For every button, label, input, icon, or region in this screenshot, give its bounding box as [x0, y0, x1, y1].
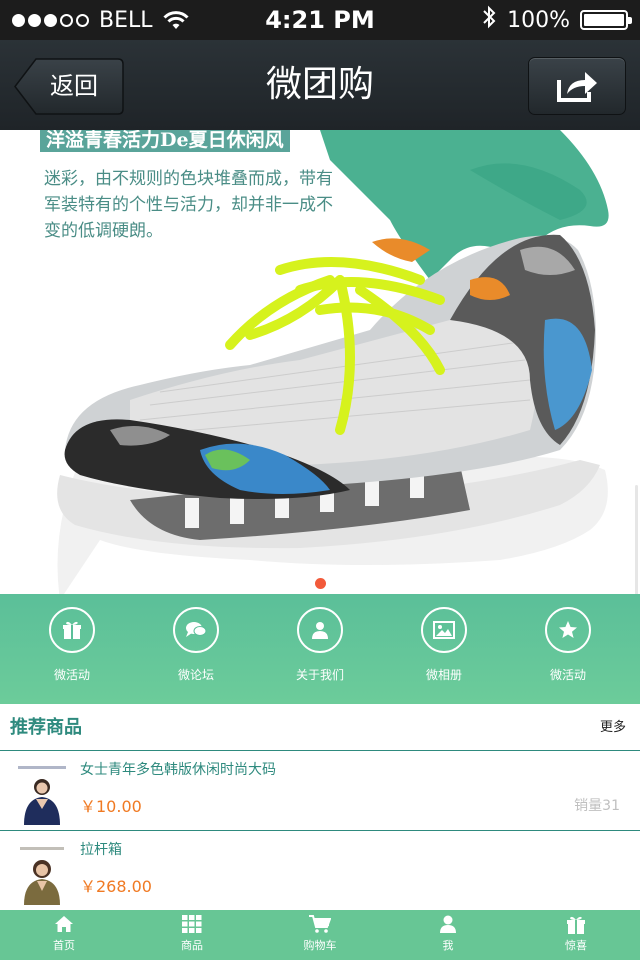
product-name: 女士青年多色韩版休闲时尚大码 — [80, 762, 276, 778]
product-name: 拉杆箱 — [80, 842, 122, 858]
menu-item-label: 微论坛 — [177, 668, 214, 682]
recommend-header: 推荐商品 更多 — [0, 705, 640, 751]
status-right: 100% — [481, 0, 632, 40]
scrollbar[interactable] — [635, 485, 638, 594]
banner-heading: 洋溢青春活力De夏日休闲风 — [40, 130, 290, 152]
tab-label: 购物车 — [303, 939, 337, 952]
product-price: ￥268.00 — [80, 877, 152, 896]
menu-item-label: 微相册 — [425, 668, 462, 682]
home-icon — [0, 915, 128, 935]
menu-item-label: 微活动 — [53, 668, 90, 682]
more-link[interactable]: 更多 — [600, 705, 626, 751]
tab-home[interactable]: 首页 — [0, 910, 128, 960]
bottom-tab-bar: 首页 商品 购物车 我 惊喜 — [0, 910, 640, 960]
banner-slider[interactable]: 洋溢青春活力De夏日休闲风 迷彩，由不规则的色块堆叠而成，带有军装特有的个性与活… — [0, 130, 640, 594]
picture-icon — [421, 607, 467, 653]
user-icon — [297, 607, 343, 653]
tab-label: 首页 — [53, 939, 75, 952]
product-price: ￥10.00 — [80, 797, 142, 816]
star-icon — [545, 607, 591, 653]
tab-products[interactable]: 商品 — [128, 910, 256, 960]
battery-icon — [580, 10, 632, 30]
menu-item-label: 微活动 — [549, 668, 586, 682]
menu-item-album[interactable]: 微相册 — [394, 594, 494, 704]
menu-item-activity[interactable]: 微活动 — [22, 594, 122, 704]
menu-item-about[interactable]: 关于我们 — [270, 594, 370, 704]
menu-item-label: 关于我们 — [295, 668, 344, 682]
cart-icon — [256, 915, 384, 935]
product-thumbnail — [10, 839, 74, 905]
share-icon — [557, 72, 597, 102]
tab-label: 我 — [442, 939, 454, 952]
product-item[interactable]: 女士青年多色韩版休闲时尚大码 ￥10.00 销量31 — [0, 751, 640, 831]
product-sales: 销量31 — [574, 798, 620, 814]
gift-icon — [49, 607, 95, 653]
grid-icon — [128, 915, 256, 935]
banner-text: 迷彩，由不规则的色块堆叠而成，带有军装特有的个性与活力，却并非一成不变的低调硬朗… — [44, 169, 333, 241]
share-button[interactable] — [528, 57, 626, 115]
tab-surprise[interactable]: 惊喜 — [512, 910, 640, 960]
battery-percent: 100% — [507, 7, 570, 33]
user-icon — [384, 915, 512, 935]
tab-label: 惊喜 — [565, 939, 587, 952]
status-bar: BELL 4:21 PM 100% — [0, 0, 640, 40]
slider-indicator-dot[interactable] — [315, 578, 326, 589]
menu-item-activity-2[interactable]: 微活动 — [518, 594, 618, 704]
product-item[interactable]: 拉杆箱 ￥268.00 — [0, 831, 640, 911]
tab-me[interactable]: 我 — [384, 910, 512, 960]
bluetooth-icon — [481, 5, 497, 35]
product-thumbnail — [10, 759, 74, 825]
quick-menu: 微活动 微论坛 关于我们 微相册 微活动 — [0, 594, 640, 704]
tab-label: 商品 — [181, 939, 203, 952]
gift-icon — [512, 915, 640, 935]
nav-bar: 返回 微团购 — [0, 40, 640, 130]
menu-item-forum[interactable]: 微论坛 — [146, 594, 246, 704]
chat-icon — [173, 607, 219, 653]
tab-cart[interactable]: 购物车 — [256, 910, 384, 960]
section-title: 推荐商品 — [10, 717, 82, 738]
